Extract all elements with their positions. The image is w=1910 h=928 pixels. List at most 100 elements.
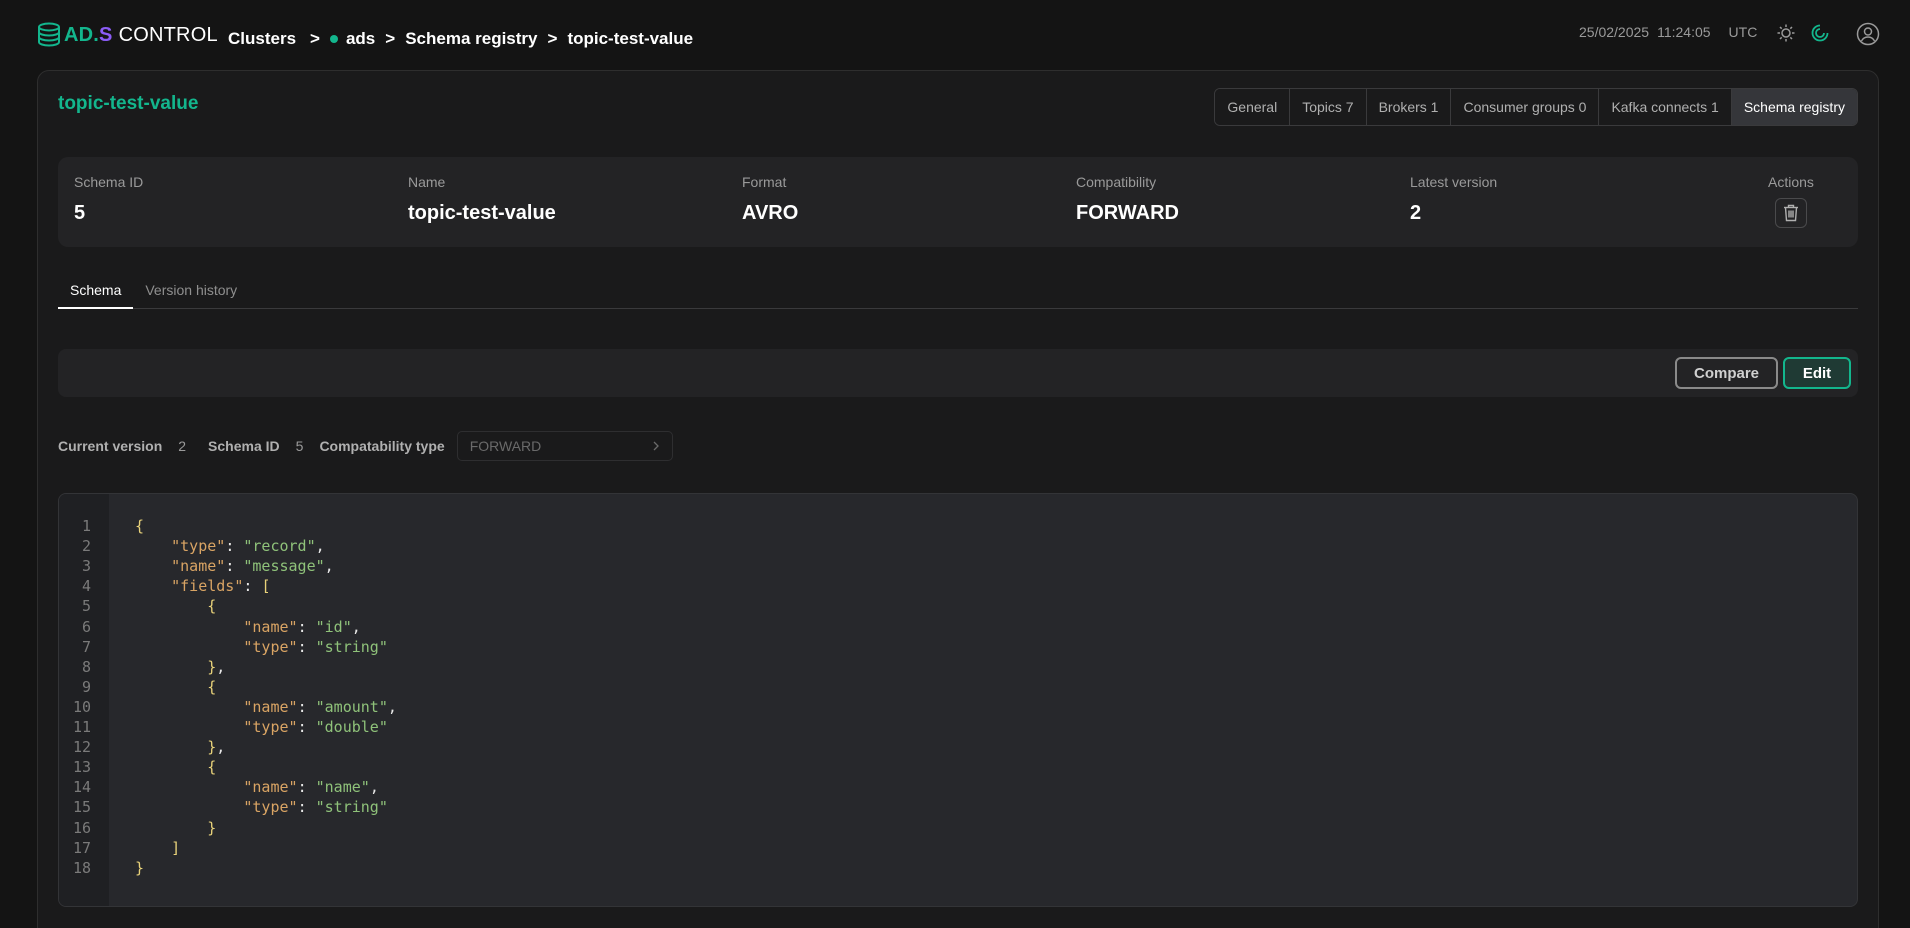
line-number: 9: [81, 677, 91, 696]
compat-type-select[interactable]: FORWARD: [456, 431, 673, 461]
schema-code-editor[interactable]: 1 {2 "type": "record", 3 "name": "message"…: [58, 493, 1858, 907]
logo-ad-text: AD.: [64, 23, 100, 46]
code-text: }: [207, 818, 217, 837]
delete-schema-button[interactable]: [1774, 198, 1807, 228]
code-text: {: [207, 597, 217, 616]
name-column: Name topic-test-value: [408, 174, 556, 225]
line-number: 17: [72, 838, 91, 857]
header-actions: [1775, 22, 1831, 44]
line-number: 2: [81, 537, 91, 556]
code-text: "name": "amount",: [243, 697, 397, 716]
line-number: 8: [81, 657, 91, 676]
actions-column: Actions: [1768, 174, 1814, 228]
breadcrumb: Clusters > ads > Schema registry > topic…: [228, 27, 693, 51]
line-number: 13: [72, 758, 91, 777]
code-text: }: [135, 858, 145, 877]
line-number: 11: [72, 718, 91, 736]
tab-kafka-connects[interactable]: Kafka connects 1: [1599, 89, 1732, 125]
meta-schema-id-label: Schema ID: [208, 438, 280, 454]
breadcrumb-cluster[interactable]: ads: [346, 29, 375, 49]
breadcrumb-section[interactable]: Schema registry: [405, 29, 537, 49]
code-text: },: [207, 657, 226, 676]
line-number: 4: [81, 577, 91, 596]
tab-general[interactable]: General: [1215, 89, 1291, 125]
database-logo-icon: [38, 22, 60, 47]
line-number: 10: [72, 697, 91, 716]
code-text: {: [207, 758, 217, 777]
main-panel: topic-test-value General Topics 7 Broker…: [37, 70, 1879, 928]
line-number: 16: [72, 818, 91, 837]
line-number: 6: [81, 617, 91, 636]
line-number: 3: [81, 557, 91, 576]
code-text: {: [135, 517, 145, 535]
actions-label: Actions: [1768, 174, 1814, 190]
schema-id-label: Schema ID: [74, 174, 144, 190]
format-value: AVRO: [742, 202, 799, 224]
code-text: "type": "record",: [171, 537, 325, 556]
code-text: "fields": [: [171, 577, 271, 596]
cluster-tabs: General Topics 7 Brokers 1 Consumer grou…: [1214, 88, 1858, 126]
code-text: "name": "message",: [171, 557, 334, 576]
time-text: 11:24:05: [1657, 24, 1711, 40]
name-value: topic-test-value: [408, 202, 556, 224]
logo-s-text: S: [99, 23, 113, 46]
code-text: "name": "id",: [243, 617, 361, 636]
line-number: 14: [72, 778, 91, 797]
page-title: topic-test-value: [58, 93, 199, 114]
tab-consumer-groups[interactable]: Consumer groups 0: [1451, 89, 1600, 125]
code-text: "name": "name",: [243, 778, 379, 797]
code-text: "type": "double": [243, 718, 388, 736]
compatibility-column: Compatibility FORWARD: [1076, 174, 1179, 225]
schema-info-card: Schema ID 5 Name topic-test-value Format…: [58, 157, 1858, 247]
spinner-icon[interactable]: [1809, 22, 1831, 44]
compare-button[interactable]: Compare: [1675, 357, 1778, 389]
name-label: Name: [408, 174, 446, 190]
format-column: Format AVRO: [742, 174, 798, 225]
tab-schema[interactable]: Schema: [58, 275, 134, 309]
logo-control-text: CONTROL: [118, 23, 218, 46]
date-text: 25/02/2025: [1579, 24, 1650, 40]
code-text: ]: [171, 838, 181, 857]
latest-version-value: 2: [1410, 202, 1422, 224]
app-name: AD. S CONTROL: [64, 24, 218, 47]
current-version-label: Current version: [58, 438, 163, 454]
compatibility-value: FORWARD: [1076, 202, 1179, 224]
user-icon[interactable]: [1856, 22, 1880, 46]
chevron-right-icon: [653, 441, 659, 451]
tab-topics[interactable]: Topics 7: [1290, 89, 1367, 125]
schema-subtabs: Schema Version history: [58, 275, 1858, 309]
tab-version-history[interactable]: Version history: [133, 275, 249, 309]
trash-icon: [1783, 204, 1798, 222]
tab-schema-registry[interactable]: Schema registry: [1731, 89, 1857, 125]
latest-version-column: Latest version 2: [1410, 174, 1497, 225]
line-number: 5: [81, 597, 91, 616]
compatibility-label: Compatibility: [1076, 174, 1157, 190]
compat-type-value: FORWARD: [469, 438, 542, 454]
line-number: 7: [81, 637, 91, 656]
line-number: 15: [72, 798, 91, 817]
timezone-text: UTC: [1728, 24, 1758, 40]
code-text: "type": "string": [243, 637, 388, 656]
app-logo[interactable]: AD. S CONTROL: [37, 20, 218, 50]
line-number: 1: [81, 517, 91, 535]
breadcrumb-clusters[interactable]: Clusters: [228, 29, 296, 49]
schema-id-value: 5: [74, 202, 86, 224]
breadcrumb-separator: >: [310, 29, 320, 48]
breadcrumb-current: topic-test-value: [567, 29, 694, 48]
tab-brokers[interactable]: Brokers 1: [1366, 89, 1452, 125]
format-label: Format: [742, 174, 787, 190]
code-text: {: [207, 677, 217, 696]
line-number: 18: [72, 858, 91, 877]
current-version-value: 2: [178, 438, 187, 454]
top-bar: AD. S CONTROL Clusters > ads > Schema regi…: [0, 0, 1910, 70]
schema-toolbar: Compare Edit: [58, 349, 1858, 397]
schema-meta-row: Current version 2 Schema ID 5 Compatabil…: [58, 431, 673, 461]
schema-id-column: Schema ID 5: [74, 174, 143, 225]
meta-schema-id-value: 5: [295, 438, 304, 454]
code-text: "type": "string": [243, 798, 388, 817]
sun-icon[interactable]: [1775, 22, 1797, 44]
datetime-display: 25/02/2025 11:24:05 UTC: [1579, 24, 1757, 40]
line-number: 12: [72, 738, 91, 757]
edit-button[interactable]: Edit: [1783, 357, 1851, 389]
code-text: },: [207, 738, 226, 757]
